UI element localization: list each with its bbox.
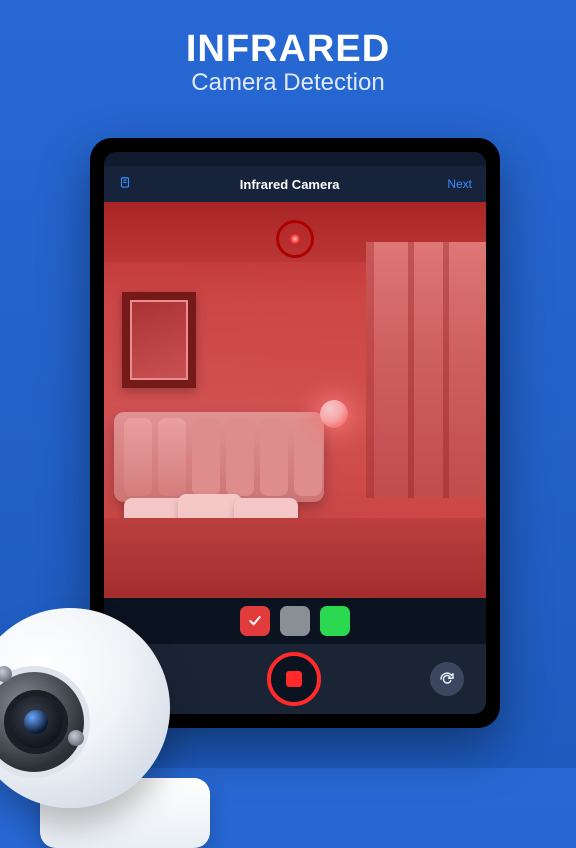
- nav-title: Infrared Camera: [240, 177, 340, 192]
- hero-title: INFRARED: [0, 28, 576, 71]
- record-button[interactable]: [267, 652, 321, 706]
- room-scene: [104, 202, 486, 598]
- nav-back-button[interactable]: [118, 176, 132, 193]
- navbar: Infrared Camera Next: [104, 166, 486, 202]
- filter-red[interactable]: [240, 606, 270, 636]
- flip-camera-button[interactable]: [430, 662, 464, 696]
- nav-next-button[interactable]: Next: [447, 177, 472, 191]
- security-camera-prop: [0, 578, 190, 798]
- hero-subtitle: Camera Detection: [0, 69, 576, 97]
- status-bar: [104, 152, 486, 166]
- filter-gray[interactable]: [280, 606, 310, 636]
- check-icon: [247, 613, 263, 629]
- filter-green[interactable]: [320, 606, 350, 636]
- hero: INFRARED Camera Detection: [0, 28, 576, 97]
- document-icon: [118, 176, 132, 193]
- camera-viewport[interactable]: [104, 202, 486, 598]
- red-tint-overlay: [104, 202, 486, 598]
- refresh-icon: [438, 670, 456, 688]
- stop-icon: [286, 671, 302, 687]
